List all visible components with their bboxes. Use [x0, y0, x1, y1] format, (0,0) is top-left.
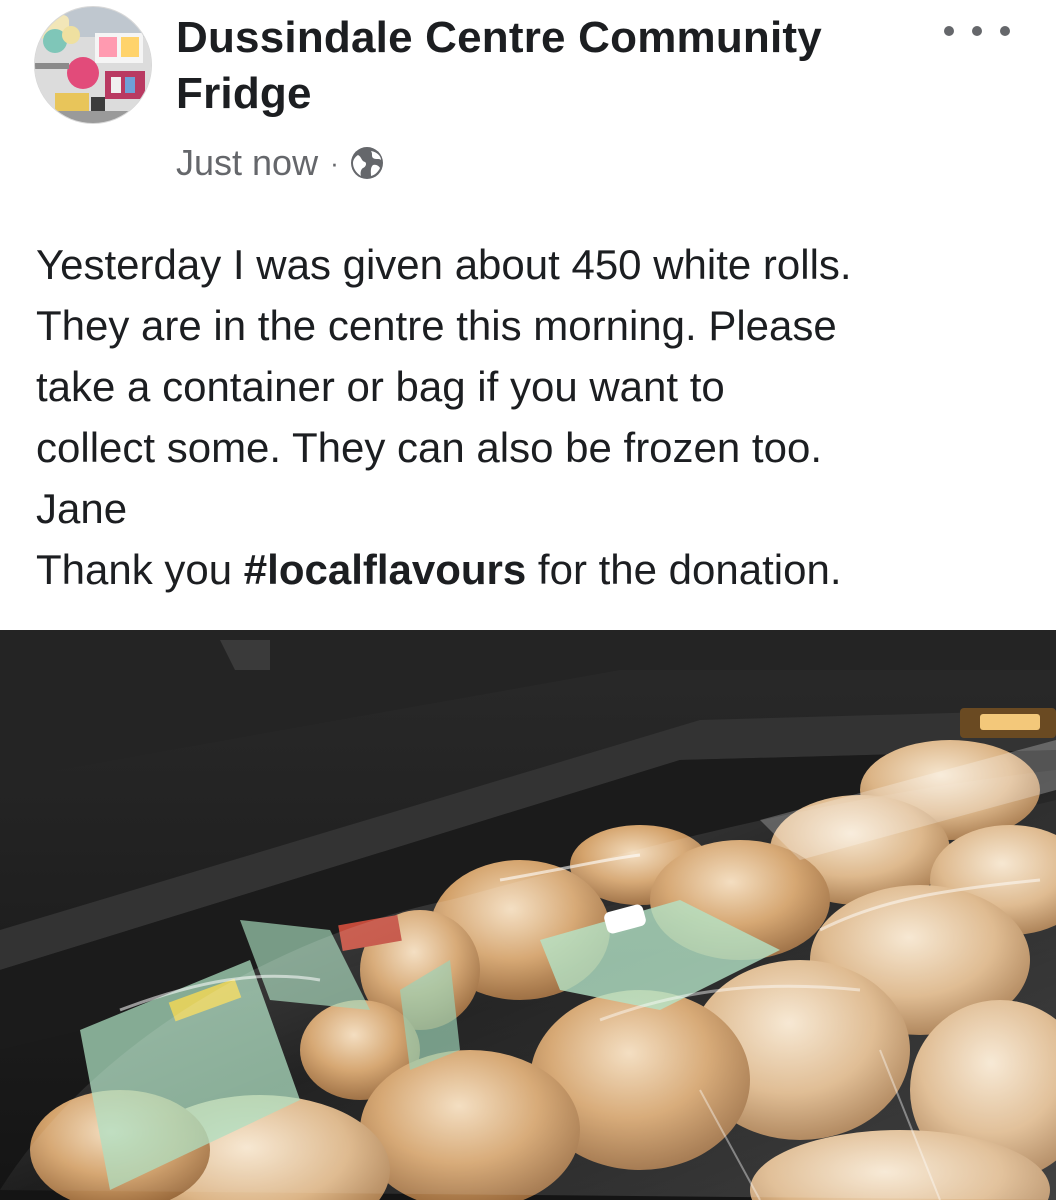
- post-timestamp[interactable]: Just now: [176, 142, 318, 184]
- photo-bread-rolls: [0, 630, 1056, 1200]
- facebook-post: Dussindale Centre Community Fridge Just …: [0, 0, 1056, 1200]
- page-name-link[interactable]: Dussindale Centre Community Fridge: [176, 10, 916, 122]
- meta-separator: ·: [330, 147, 339, 178]
- post-message: Yesterday I was given about 450 white ro…: [36, 234, 1026, 600]
- more-dot: [944, 26, 954, 36]
- more-options-icon[interactable]: [944, 16, 1010, 46]
- message-thanks-line: Thank you #localflavours for the donatio…: [36, 539, 1026, 600]
- globe-icon[interactable]: [349, 145, 385, 181]
- avatar-fridge-image: [35, 7, 151, 123]
- hashtag-link[interactable]: #localflavours: [244, 546, 526, 593]
- more-dot: [1000, 26, 1010, 36]
- post-meta: Just now ·: [176, 140, 385, 186]
- message-line: take a container or bag if you want to: [36, 363, 725, 410]
- message-line: They are in the centre this morning. Ple…: [36, 302, 837, 349]
- thanks-prefix: Thank you: [36, 546, 244, 593]
- message-line: Yesterday I was given about 450 white ro…: [36, 241, 852, 288]
- more-dot: [972, 26, 982, 36]
- thanks-suffix: for the donation.: [526, 546, 842, 593]
- post-photo[interactable]: [0, 630, 1056, 1200]
- page-avatar[interactable]: [34, 6, 152, 124]
- message-signature: Jane: [36, 485, 128, 532]
- message-line: collect some. They can also be frozen to…: [36, 424, 822, 471]
- post-header: Dussindale Centre Community Fridge Just …: [0, 0, 1056, 200]
